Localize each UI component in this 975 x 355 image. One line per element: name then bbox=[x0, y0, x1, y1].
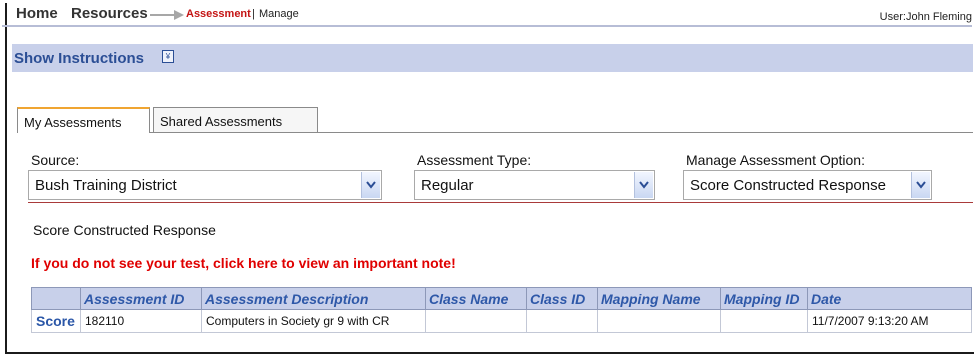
tab-divider bbox=[17, 132, 973, 133]
cell-assessment-id: 182110 bbox=[80, 309, 202, 333]
column-header-assessment-id[interactable]: Assessment ID bbox=[80, 287, 202, 310]
cell-class-id bbox=[526, 309, 598, 333]
cell-mapping-name bbox=[597, 309, 721, 333]
column-header-class-name[interactable]: Class Name bbox=[425, 287, 527, 310]
column-header-date[interactable]: Date bbox=[807, 287, 972, 310]
column-header-action bbox=[31, 287, 81, 310]
manage-option-label: Manage Assessment Option: bbox=[686, 152, 865, 168]
top-navigation-bar: Home Resources Assessment | Manage User:… bbox=[2, 3, 972, 27]
breadcrumb-resources[interactable]: Resources bbox=[71, 5, 148, 22]
column-header-mapping-id[interactable]: Mapping ID bbox=[720, 287, 808, 310]
tab-shared-assessments[interactable]: Shared Assessments bbox=[153, 107, 318, 132]
manage-option-select-value: Score Constructed Response bbox=[690, 177, 886, 194]
important-note-link[interactable]: If you do not see your test, click here … bbox=[31, 255, 456, 271]
manage-option-select[interactable]: Score Constructed Response bbox=[683, 170, 932, 200]
breadcrumb-manage: Manage bbox=[259, 8, 299, 20]
cell-assessment-description: Computers in Society gr 9 with CR bbox=[201, 309, 426, 333]
column-header-assessment-description[interactable]: Assessment Description bbox=[201, 287, 426, 310]
column-header-mapping-name[interactable]: Mapping Name bbox=[597, 287, 721, 310]
cell-date: 11/7/2007 9:13:20 AM bbox=[807, 309, 972, 333]
assessment-type-select-value: Regular bbox=[421, 177, 474, 194]
breadcrumb-separator: | bbox=[252, 8, 255, 20]
breadcrumb-assessment[interactable]: Assessment bbox=[186, 8, 251, 20]
source-label: Source: bbox=[31, 152, 80, 168]
expand-chevron-icon[interactable]: ¥ bbox=[162, 50, 174, 63]
assessment-type-label: Assessment Type: bbox=[417, 152, 532, 168]
assessments-table: Assessment ID Assessment Description Cla… bbox=[31, 287, 972, 333]
cell-class-name bbox=[425, 309, 527, 333]
chevron-down-icon[interactable] bbox=[911, 172, 930, 198]
chevron-down-icon[interactable] bbox=[361, 172, 380, 198]
chevron-down-icon[interactable] bbox=[634, 172, 653, 198]
cell-mapping-id bbox=[720, 309, 808, 333]
table-header-row: Assessment ID Assessment Description Cla… bbox=[31, 287, 972, 310]
filters-divider bbox=[28, 202, 973, 203]
current-user-label: User:John Fleming bbox=[879, 11, 972, 23]
instructions-bar: Show Instructions ¥ bbox=[12, 44, 973, 72]
source-select[interactable]: Bush Training District bbox=[28, 170, 382, 200]
show-instructions-link[interactable]: Show Instructions bbox=[14, 50, 144, 67]
score-link[interactable]: Score bbox=[31, 309, 81, 333]
tab-my-assessments[interactable]: My Assessments bbox=[17, 107, 150, 133]
source-select-value: Bush Training District bbox=[35, 177, 177, 194]
section-title: Score Constructed Response bbox=[33, 222, 216, 238]
assessment-type-select[interactable]: Regular bbox=[414, 170, 655, 200]
arrow-right-icon bbox=[150, 10, 184, 20]
breadcrumb-home[interactable]: Home bbox=[16, 5, 58, 22]
column-header-class-id[interactable]: Class ID bbox=[526, 287, 598, 310]
table-row: Score 182110 Computers in Society gr 9 w… bbox=[31, 309, 972, 333]
